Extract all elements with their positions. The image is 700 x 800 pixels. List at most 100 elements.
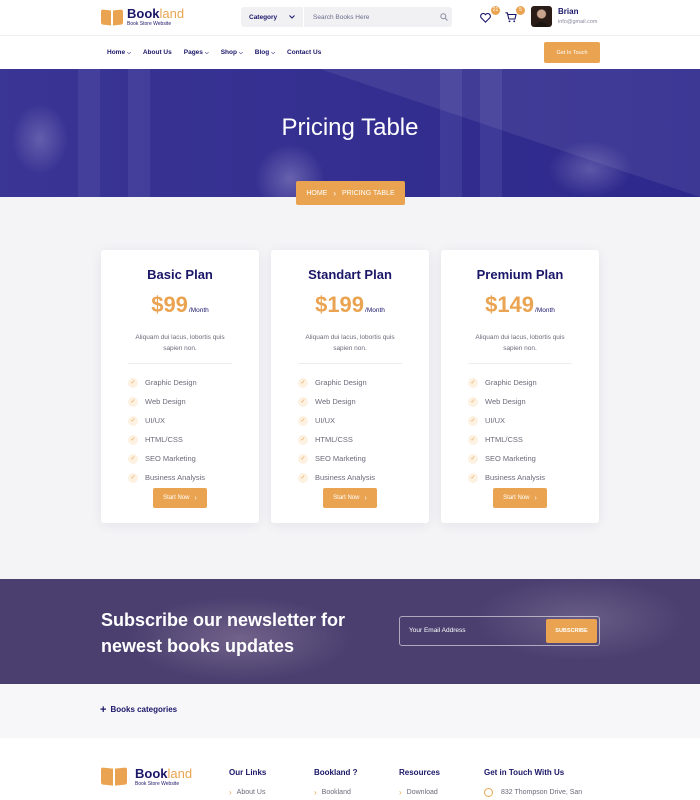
footer-column-bookland: Bookland ? › Bookland: [314, 768, 358, 797]
check-icon: ✓: [298, 396, 308, 407]
check-icon: ✓: [298, 415, 308, 426]
search-input[interactable]: Search Books Here: [304, 14, 436, 21]
get-in-touch-button[interactable]: Get In Touch: [544, 42, 600, 63]
feature-item: ✓ Graphic Design: [128, 373, 259, 392]
location-pin-icon: [484, 788, 493, 797]
feature-item: ✓ UI/UX: [298, 411, 429, 430]
feature-item: ✓ SEO Marketing: [128, 449, 259, 468]
check-icon: ✓: [298, 472, 308, 483]
books-categories-bar: + Books categories: [0, 684, 700, 738]
search-icon[interactable]: [436, 13, 452, 21]
user-profile[interactable]: Brian info@gmail.com: [531, 6, 598, 27]
feature-item: ✓ Web Design: [468, 392, 599, 411]
category-select[interactable]: Category: [241, 7, 304, 27]
feature-item: ✓ HTML/CSS: [128, 430, 259, 449]
footer-link[interactable]: › About Us: [229, 788, 266, 797]
footer-column-heading: Resources: [399, 768, 440, 777]
breadcrumb-home-link[interactable]: HOME: [306, 190, 327, 197]
feature-item: ✓ Web Design: [298, 392, 429, 411]
plan-description: Aliquam dui lacus, lobortis quis sapien …: [135, 334, 225, 352]
avatar: [531, 6, 552, 27]
plan-name: Basic Plan: [147, 267, 213, 282]
pricing-card-premium: Premium Plan $149/Month Aliquam dui lacu…: [441, 250, 599, 523]
cart-button[interactable]: 5: [505, 6, 525, 24]
chevron-right-icon: ›: [229, 788, 232, 797]
wishlist-button[interactable]: 21: [480, 6, 500, 24]
breadcrumb: HOME › PRICING TABLE: [296, 181, 405, 205]
subscribe-button[interactable]: SUBSCRIBE: [546, 619, 597, 643]
feature-item: ✓ Web Design: [128, 392, 259, 411]
feature-item: ✓ UI/UX: [468, 411, 599, 430]
check-icon: ✓: [128, 434, 138, 445]
feature-item: ✓ Business Analysis: [128, 468, 259, 487]
check-icon: ✓: [128, 472, 138, 483]
arrow-right-icon: ›: [364, 494, 367, 502]
email-input[interactable]: Your Email Address: [409, 627, 466, 634]
nav-item-shop[interactable]: Shop ⌵: [221, 49, 243, 56]
page-banner: Pricing Table: [0, 69, 700, 197]
feature-item: ✓ Graphic Design: [468, 373, 599, 392]
top-header: Bookland Book Store Website Category Sea…: [0, 0, 700, 35]
newsletter-heading: Subscribe our newsletter for newest book…: [101, 610, 346, 656]
feature-item: ✓ HTML/CSS: [468, 430, 599, 449]
check-icon: ✓: [298, 434, 308, 445]
search-bar: Category Search Books Here: [241, 7, 452, 27]
nav-item-pages[interactable]: Pages ⌵: [184, 49, 209, 56]
feature-item: ✓ UI/UX: [128, 411, 259, 430]
check-icon: ✓: [468, 434, 478, 445]
check-icon: ✓: [298, 453, 308, 464]
chevron-down-icon: [289, 14, 295, 21]
main-nav: Home ⌵ About Us Pages ⌵ Shop ⌵ Blog ⌵ Contac…: [107, 36, 333, 69]
chevron-right-icon: ›: [333, 188, 336, 198]
heart-icon: [480, 12, 491, 23]
arrow-right-icon: ›: [194, 494, 197, 502]
nav-item-about-us[interactable]: About Us: [143, 49, 172, 56]
footer-column-heading: Bookland ?: [314, 768, 358, 777]
plan-price: $199/Month: [315, 292, 385, 317]
site-logo[interactable]: Bookland Book Store Website: [101, 7, 184, 27]
wishlist-count-badge: 21: [491, 6, 500, 15]
feature-item: ✓ SEO Marketing: [298, 449, 429, 468]
nav-item-blog[interactable]: Blog ⌵: [255, 49, 275, 56]
feature-item: ✓ Graphic Design: [298, 373, 429, 392]
feature-item: ✓ Business Analysis: [298, 468, 429, 487]
plan-price: $149/Month: [485, 292, 555, 317]
cart-count-badge: 5: [516, 6, 525, 15]
start-now-button[interactable]: Start Now ›: [323, 488, 377, 508]
chevron-right-icon: ›: [399, 788, 402, 797]
start-now-button[interactable]: Start Now ›: [493, 488, 547, 508]
pricing-card-basic: Basic Plan $99/Month Aliquam dui lacus, …: [101, 250, 259, 523]
breadcrumb-current: PRICING TABLE: [342, 189, 395, 197]
footer-logo-tagline: Book Store Website: [135, 780, 180, 787]
chevron-down-icon: ⌵: [204, 49, 209, 56]
pricing-card-standart: Standart Plan $199/Month Aliquam dui lac…: [271, 250, 429, 523]
cart-icon: [505, 12, 517, 23]
check-icon: ✓: [468, 453, 478, 464]
page-title: Pricing Table: [281, 114, 419, 141]
plan-description: Aliquam dui lacus, lobortis quis sapien …: [305, 334, 395, 352]
books-categories-toggle[interactable]: + Books categories: [100, 704, 177, 715]
check-icon: ✓: [468, 377, 478, 388]
footer-logo[interactable]: Bookland Book Store Website: [101, 766, 192, 787]
footer-address: 832 Thompson Drive, San: [484, 788, 582, 797]
footer-link[interactable]: › Download: [399, 788, 440, 797]
feature-item: ✓ Business Analysis: [468, 468, 599, 487]
feature-list: ✓ Graphic Design ✓ Web Design ✓ UI/UX ✓ HTML…: [298, 373, 429, 487]
newsletter-form: Your Email Address SUBSCRIBE: [399, 616, 600, 646]
start-now-button[interactable]: Start Now ›: [153, 488, 207, 508]
chevron-right-icon: ›: [314, 788, 317, 797]
check-icon: ✓: [128, 415, 138, 426]
footer-column-heading: Our Links: [229, 768, 267, 777]
footer-link[interactable]: › Bookland: [314, 788, 358, 797]
check-icon: ✓: [128, 453, 138, 464]
main-navbar: Home ⌵ About Us Pages ⌵ Shop ⌵ Blog ⌵ Contac…: [0, 35, 700, 69]
feature-item: ✓ HTML/CSS: [298, 430, 429, 449]
book-logo-icon: [101, 766, 127, 787]
footer-column-heading: Get in Touch With Us: [484, 768, 565, 777]
nav-item-home[interactable]: Home ⌵: [107, 49, 131, 56]
footer-column-our-links: Our Links › About Us: [229, 768, 266, 797]
footer-column-resources: Resources › Download: [399, 768, 440, 797]
nav-item-contact-us[interactable]: Contact Us: [287, 49, 321, 56]
check-icon: ✓: [468, 472, 478, 483]
arrow-right-icon: ›: [534, 494, 537, 502]
